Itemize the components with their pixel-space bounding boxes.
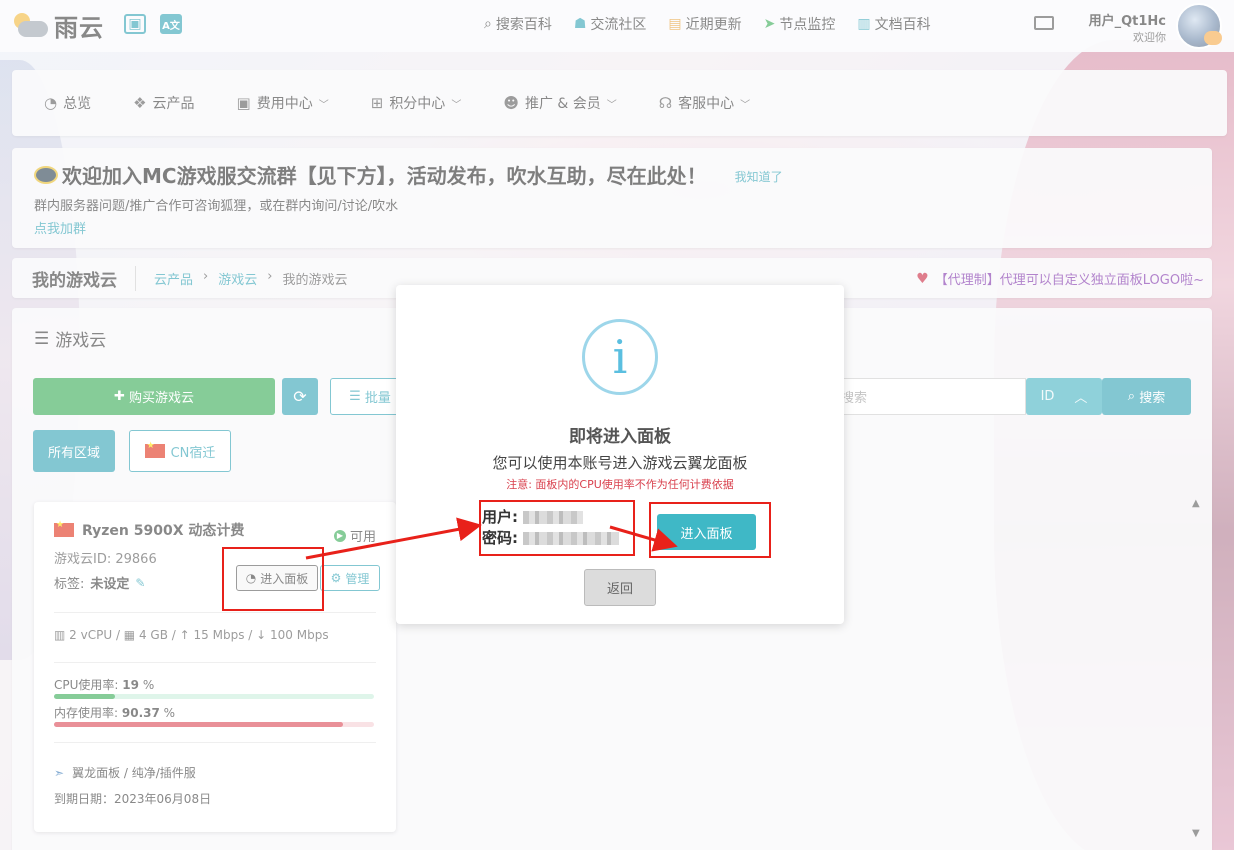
annotation-arrow-to-confirm: [609, 525, 678, 552]
annotation-arrows: [305, 517, 678, 560]
annotation-arrow-to-credentials: [305, 517, 482, 560]
